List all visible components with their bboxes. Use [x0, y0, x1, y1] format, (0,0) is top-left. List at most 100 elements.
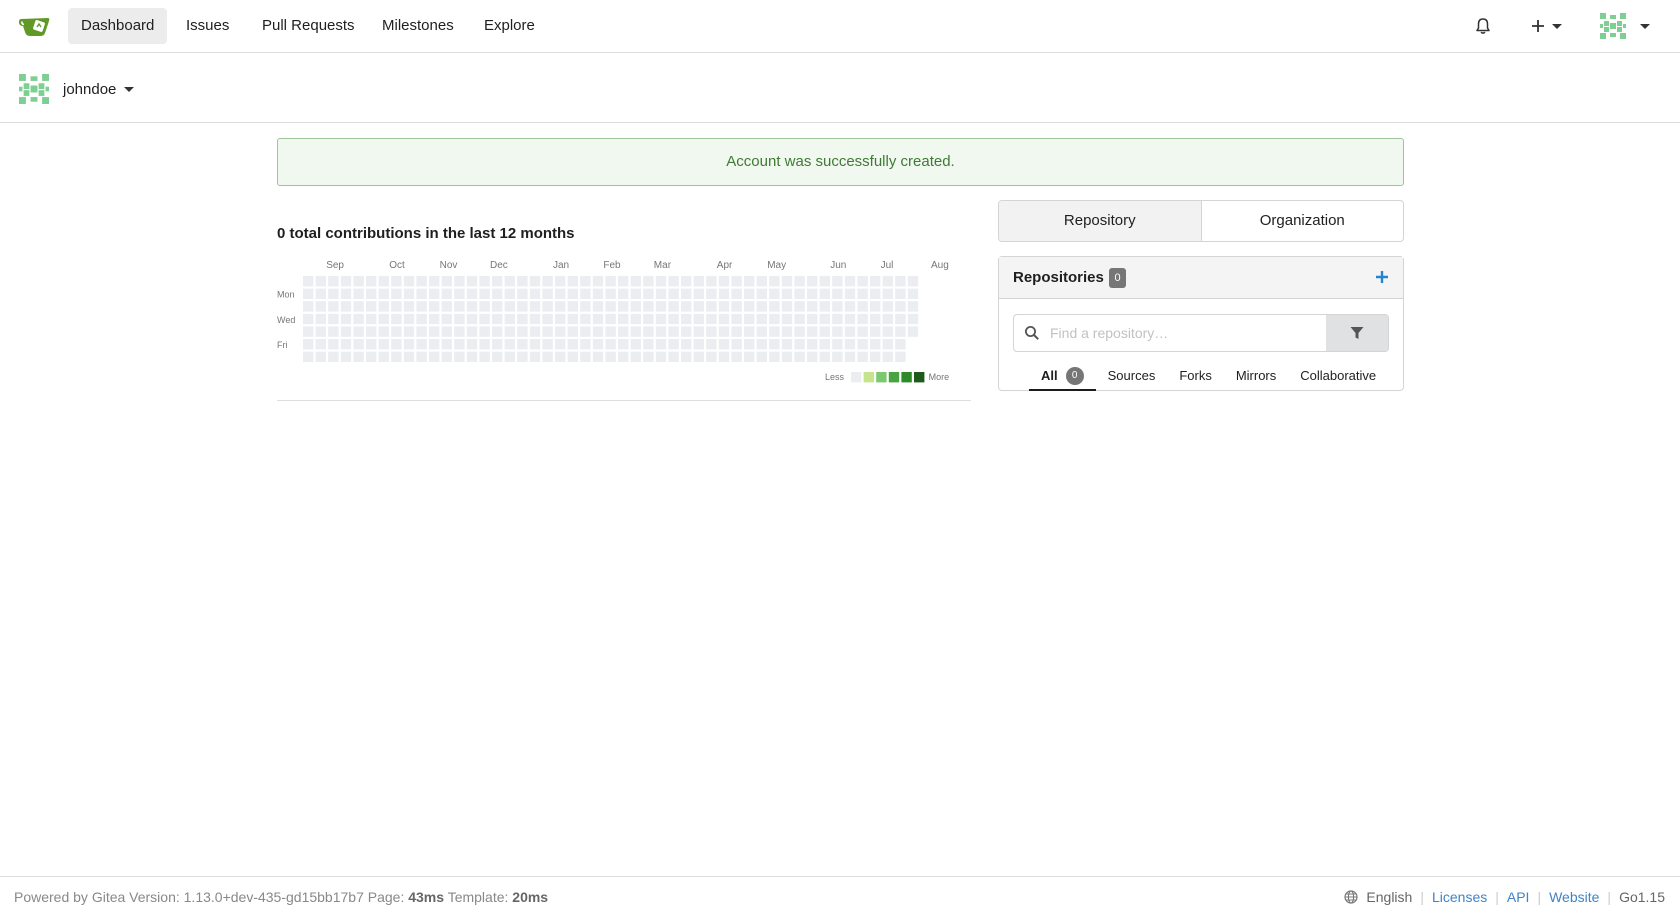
- heatmap-cell: [794, 288, 805, 299]
- website-link[interactable]: Website: [1549, 889, 1599, 905]
- heatmap-cell: [429, 301, 440, 312]
- heatmap-cell: [807, 276, 818, 287]
- heatmap-cell: [567, 288, 578, 299]
- heatmap-cell: [391, 313, 402, 325]
- heatmap-cell: [391, 288, 402, 299]
- heatmap-cell: [403, 301, 415, 312]
- heatmap-cell: [366, 351, 377, 362]
- heatmap-cell: [870, 288, 881, 299]
- heatmap-cell: [580, 339, 591, 350]
- gitea-logo-icon[interactable]: [18, 12, 52, 40]
- heatmap-cell: [303, 313, 314, 325]
- heatmap-cell: [328, 276, 339, 287]
- licenses-link[interactable]: Licenses: [1432, 889, 1487, 905]
- nav-pull-requests[interactable]: Pull Requests: [249, 8, 368, 44]
- day-label: Wed: [277, 315, 295, 325]
- heatmap-cell: [315, 339, 326, 350]
- tab-collaborative[interactable]: Collaborative: [1288, 361, 1388, 391]
- tab-organization[interactable]: Organization: [1200, 201, 1404, 241]
- add-repository-button[interactable]: [1375, 264, 1389, 290]
- heatmap-cell: [630, 351, 641, 362]
- heatmap-cell: [429, 339, 440, 350]
- heatmap-cell: [303, 288, 314, 299]
- legend-swatch: [914, 372, 925, 383]
- heatmap-cell: [340, 301, 352, 312]
- api-link[interactable]: API: [1507, 889, 1530, 905]
- heatmap-cell: [668, 301, 679, 312]
- repository-filter-tabs: All 0 Sources Forks Mirrors Collaborativ…: [1029, 361, 1388, 391]
- heatmap-cell: [391, 351, 402, 362]
- heatmap-cell: [807, 301, 818, 312]
- heatmap-cell: [492, 276, 503, 287]
- heatmap-cell: [580, 288, 591, 299]
- create-new-dropdown[interactable]: [1530, 13, 1562, 39]
- heatmap-cell: [756, 326, 767, 337]
- heatmap-cell: [340, 339, 352, 350]
- tab-all-count: 0: [1065, 367, 1084, 385]
- heatmap-cell: [832, 301, 843, 312]
- heatmap-cell: [391, 339, 402, 350]
- heatmap-cell: [870, 326, 881, 337]
- heatmap-cell: [592, 351, 604, 362]
- heatmap-cell: [693, 288, 704, 299]
- nav-explore[interactable]: Explore: [471, 8, 548, 44]
- notifications-button[interactable]: [1474, 13, 1492, 39]
- heatmap-cell: [416, 339, 427, 350]
- heatmap-cell: [643, 301, 654, 312]
- heatmap-cell: [492, 351, 503, 362]
- heatmap-cell: [605, 313, 616, 325]
- heatmap-cell: [857, 326, 868, 337]
- footer-version-info: Powered by Gitea Version: 1.13.0+dev-435…: [14, 889, 548, 905]
- footer-separator: |: [1607, 889, 1612, 905]
- language-selector[interactable]: English: [1366, 889, 1412, 905]
- tab-mirrors[interactable]: Mirrors: [1224, 361, 1288, 391]
- contribution-heatmap: Sep Oct Nov Dec Jan Feb Mar Apr May Jun Jul Aug Mon W…: [277, 260, 949, 383]
- tab-sources[interactable]: Sources: [1096, 361, 1168, 391]
- heatmap-cell: [542, 276, 553, 287]
- heatmap-cell: [315, 326, 326, 337]
- tab-forks[interactable]: Forks: [1167, 361, 1224, 391]
- context-switcher[interactable]: johndoe: [19, 74, 135, 104]
- heatmap-cell: [731, 288, 742, 299]
- heatmap-cell: [517, 351, 528, 362]
- heatmap-cell: [769, 276, 780, 287]
- heatmap-cell: [769, 288, 780, 299]
- filter-button[interactable]: [1326, 315, 1388, 351]
- nav-milestones[interactable]: Milestones: [369, 8, 467, 44]
- plus-icon: [1532, 20, 1544, 32]
- heatmap-cell: [441, 288, 452, 299]
- heatmap-cell: [542, 313, 553, 325]
- heatmap-cell: [857, 301, 868, 312]
- repository-list-header: Repositories 0: [999, 257, 1403, 299]
- heatmap-cell: [844, 276, 856, 287]
- tab-all[interactable]: All 0: [1029, 361, 1096, 391]
- heatmap-cell: [807, 351, 818, 362]
- heatmap-cell: [819, 288, 830, 299]
- footer-powered-by: Powered by Gitea Version: 1.13.0+dev-435…: [14, 889, 405, 905]
- heatmap-cell: [744, 339, 755, 350]
- heatmap-cell: [479, 276, 490, 287]
- nav-dashboard[interactable]: Dashboard: [68, 8, 168, 44]
- heatmap-cell: [517, 288, 528, 299]
- heatmap-cell: [781, 301, 793, 312]
- tab-repository[interactable]: Repository: [999, 201, 1201, 241]
- heatmap-cell: [555, 276, 566, 287]
- heatmap-cell: [744, 326, 755, 337]
- heatmap-cell: [504, 326, 515, 337]
- month-label: Oct: [389, 260, 405, 271]
- heatmap-cell: [504, 301, 515, 312]
- heatmap-cell: [517, 326, 528, 337]
- heatmap-cell: [630, 313, 641, 325]
- nav-issues[interactable]: Issues: [173, 8, 242, 44]
- heatmap-cell: [328, 339, 339, 350]
- heatmap-cell: [466, 313, 478, 325]
- user-menu-dropdown[interactable]: [1600, 13, 1650, 39]
- footer-template-time: 20ms: [512, 889, 549, 905]
- heatmap-cell: [756, 339, 767, 350]
- repository-search-input[interactable]: [1050, 315, 1326, 351]
- heatmap-cell: [492, 301, 503, 312]
- month-label: Nov: [440, 260, 458, 271]
- heatmap-cell: [655, 276, 667, 287]
- heatmap-cell: [744, 288, 755, 299]
- heatmap-cell: [819, 301, 830, 312]
